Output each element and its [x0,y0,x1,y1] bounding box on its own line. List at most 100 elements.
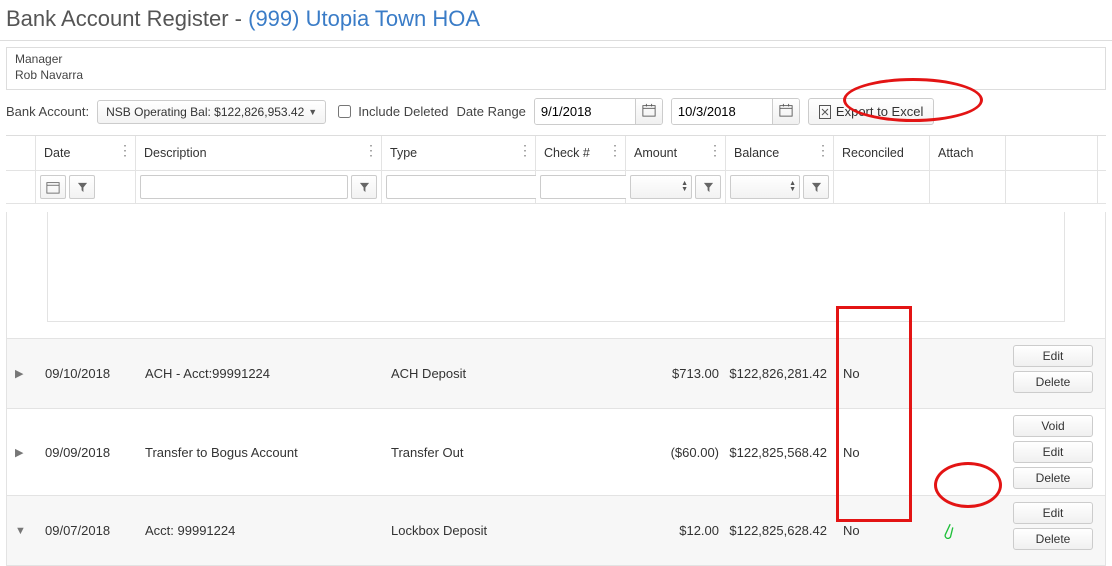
title-prefix: Bank Account Register - [6,6,248,31]
cell-check [537,409,627,495]
collapse-icon[interactable]: ▼ [15,525,26,537]
include-deleted-checkbox[interactable]: Include Deleted [334,102,448,121]
filter-actions [1006,171,1098,203]
filter-attach [930,171,1006,203]
edit-button[interactable]: Edit [1013,441,1093,463]
numeric-stepper-icon[interactable]: ▲▼ [730,175,800,199]
col-actions [1006,136,1098,170]
col-reconciled-label: Reconciled [842,146,904,160]
expand-icon[interactable]: ▶ [15,446,23,459]
col-expand [6,136,36,170]
calendar-icon[interactable] [772,99,799,124]
edit-button[interactable]: Edit [1013,502,1093,524]
export-excel-button[interactable]: Export to Excel [808,98,934,125]
excel-icon [819,105,831,119]
detail-panel-empty [47,212,1065,322]
bank-account-value: NSB Operating Bal: $122,826,953.42 [106,105,304,119]
cell-attach [931,409,1007,495]
filter-reconciled [834,171,930,203]
column-menu-icon[interactable]: ⋮ [708,142,721,159]
date-from-input[interactable] [535,99,635,124]
include-deleted-input[interactable] [338,105,351,118]
filter-balance: ▲▼ [726,171,834,203]
cell-balance: $122,825,628.42 [727,496,835,565]
date-to-input[interactable] [672,99,772,124]
filter-icon[interactable] [803,175,829,199]
paperclip-icon[interactable] [939,523,955,539]
page-title: Bank Account Register - (999) Utopia Tow… [0,0,1112,41]
table-row: ▶ 09/10/2018 ACH - Acct:99991224 ACH Dep… [7,338,1105,408]
calendar-icon[interactable] [635,99,662,124]
cell-amount: $713.00 [627,339,727,408]
filter-icon[interactable] [69,175,95,199]
column-menu-icon[interactable]: ⋮ [518,142,531,159]
col-type[interactable]: Type ⋮ [382,136,536,170]
include-deleted-label: Include Deleted [358,104,448,119]
grid-body: ▶ 09/10/2018 ACH - Acct:99991224 ACH Dep… [6,212,1106,566]
cell-description: Acct: 99991224 [137,496,383,565]
filter-date [36,171,136,203]
expand-icon[interactable]: ▶ [15,367,23,380]
col-desc-label: Description [144,146,207,160]
cell-attach [931,339,1007,408]
manager-label: Manager [15,52,1097,68]
cell-date: 09/09/2018 [37,409,137,495]
col-balance-label: Balance [734,146,779,160]
col-amount[interactable]: Amount ⋮ [626,136,726,170]
filter-amount: ▲▼ [626,171,726,203]
filter-icon[interactable] [351,175,377,199]
column-menu-icon[interactable]: ⋮ [816,142,829,159]
cell-date: 09/10/2018 [37,339,137,408]
delete-button[interactable]: Delete [1013,371,1093,393]
col-description[interactable]: Description ⋮ [136,136,382,170]
cell-balance: $122,826,281.42 [727,339,835,408]
col-type-label: Type [390,146,417,160]
filter-type-input[interactable] [386,175,551,199]
cell-check [537,339,627,408]
col-balance[interactable]: Balance ⋮ [726,136,834,170]
column-menu-icon[interactable]: ⋮ [608,142,621,159]
bank-account-select[interactable]: NSB Operating Bal: $122,826,953.42 ▼ [97,100,326,124]
cell-reconciled: No [835,409,931,495]
chevron-down-icon: ▼ [308,107,317,117]
date-range-label: Date Range [457,104,526,119]
filter-expand [6,171,36,203]
void-button[interactable]: Void [1013,415,1093,437]
delete-button[interactable]: Delete [1013,528,1093,550]
col-date[interactable]: Date ⋮ [36,136,136,170]
col-check-label: Check # [544,146,590,160]
delete-button[interactable]: Delete [1013,467,1093,489]
edit-button[interactable]: Edit [1013,345,1093,367]
cell-reconciled: No [835,496,931,565]
filter-description-input[interactable] [140,175,348,199]
cell-check [537,496,627,565]
col-reconciled[interactable]: Reconciled [834,136,930,170]
col-date-label: Date [44,146,70,160]
register-grid: Date ⋮ Description ⋮ Type ⋮ Check # ⋮ Amount… [6,135,1106,566]
numeric-stepper-icon[interactable]: ▲▼ [630,175,692,199]
column-menu-icon[interactable]: ⋮ [118,142,131,159]
filter-type [382,171,536,203]
cell-attach[interactable] [931,496,1007,565]
cell-type: ACH Deposit [383,339,537,408]
filter-icon[interactable] [695,175,721,199]
cell-reconciled: No [835,339,931,408]
table-row: ▶ 09/09/2018 Transfer to Bogus Account T… [7,408,1105,495]
filter-description [136,171,382,203]
filter-check [536,171,626,203]
date-picker-icon[interactable] [40,175,66,199]
cell-date: 09/07/2018 [37,496,137,565]
col-amount-label: Amount [634,146,677,160]
filter-bar: Bank Account: NSB Operating Bal: $122,82… [0,90,1112,135]
date-from-field[interactable] [534,98,663,125]
cell-amount: ($60.00) [627,409,727,495]
cell-description: Transfer to Bogus Account [137,409,383,495]
cell-type: Lockbox Deposit [383,496,537,565]
filter-row: ▲▼ ▲▼ [6,171,1106,204]
col-check[interactable]: Check # ⋮ [536,136,626,170]
date-to-field[interactable] [671,98,800,125]
hoa-link[interactable]: (999) Utopia Town HOA [248,6,480,31]
manager-name: Rob Navarra [15,68,1097,84]
col-attach[interactable]: Attach [930,136,1006,170]
column-menu-icon[interactable]: ⋮ [364,142,377,159]
